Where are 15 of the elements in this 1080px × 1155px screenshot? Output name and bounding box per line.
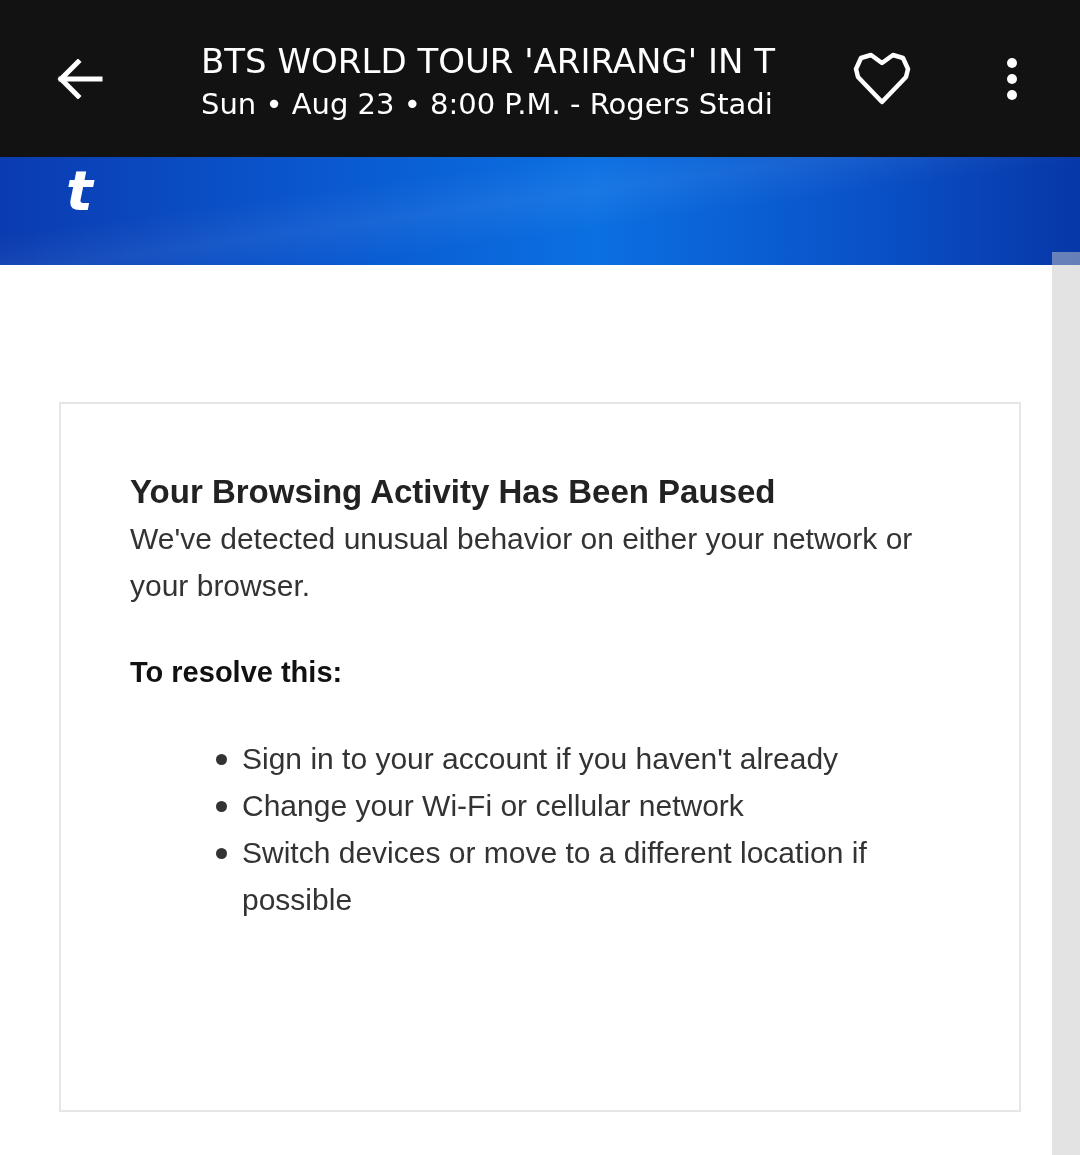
bullet-icon: [216, 801, 227, 812]
more-vertical-icon: [1006, 56, 1018, 101]
scrollbar[interactable]: [1052, 252, 1080, 1155]
step-text: Switch devices or move to a different location if possible: [242, 835, 868, 918]
back-arrow-icon: [57, 58, 103, 99]
steps-heading: To resolve this:: [130, 655, 344, 690]
notice-heading: Your Browsing Activity Has Been Paused: [130, 472, 777, 512]
event-title: BTS WORLD TOUR 'ARIRANG' IN T: [201, 39, 775, 82]
step-text: Change your Wi-Fi or cellular network: [242, 788, 744, 824]
bullet-icon: [216, 754, 227, 765]
event-date-venue: Sun • Aug 23 • 8:00 P.M. - Rogers Stadi: [201, 85, 773, 123]
logo: t: [66, 163, 93, 219]
notice-message: We've detected unusual behavior on either your network or your browser.: [130, 521, 914, 604]
bullet-icon: [216, 848, 227, 859]
step-text: Sign in to your account if you haven't already: [242, 741, 839, 777]
